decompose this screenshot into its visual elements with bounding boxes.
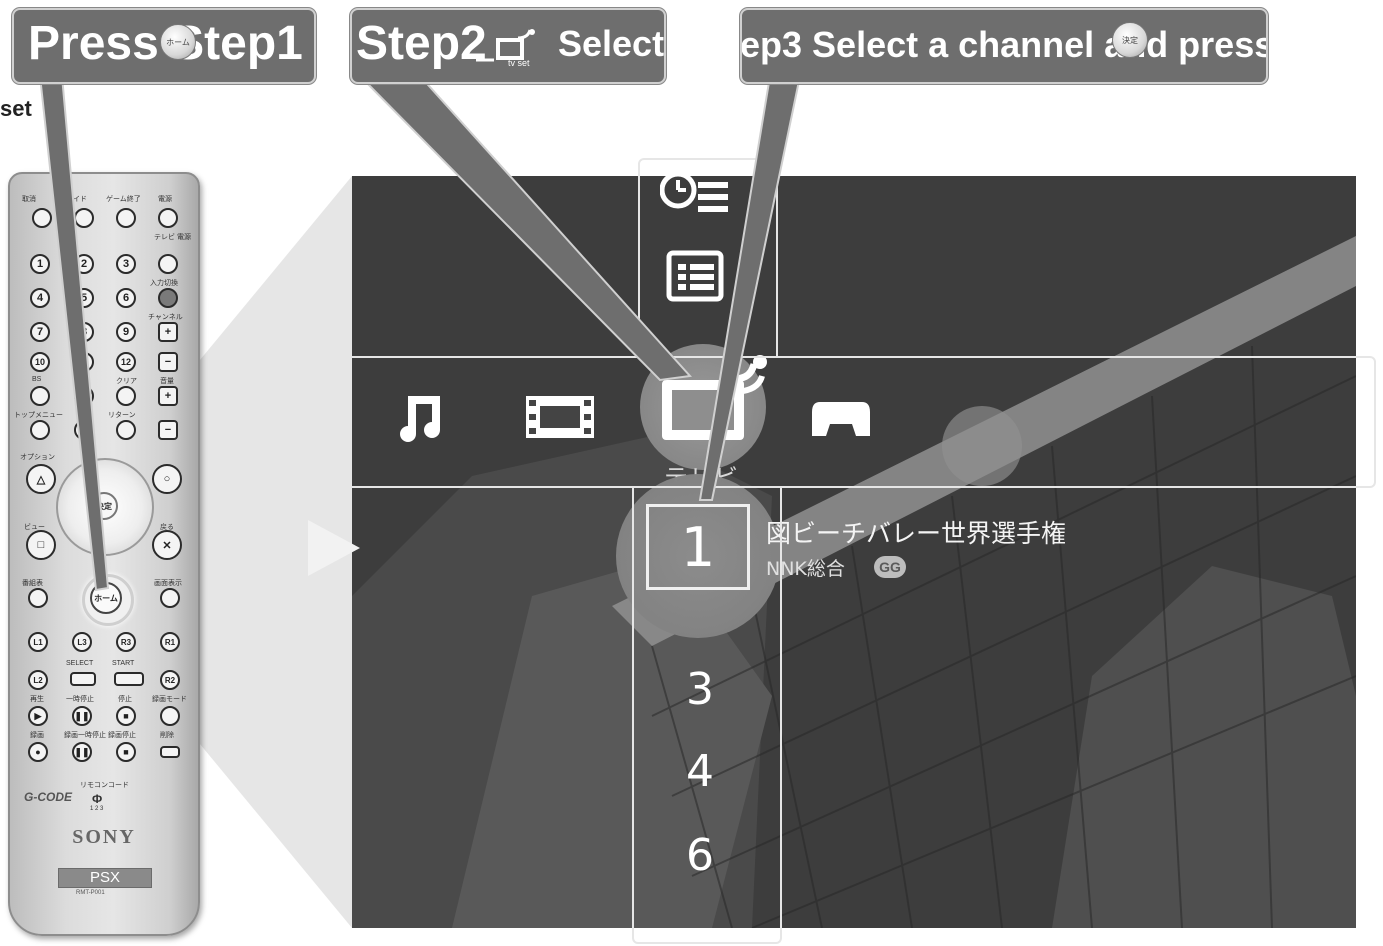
callout-step3: ep3 Select a channel and press [740, 8, 1268, 84]
callout-step2-action: Select [558, 23, 665, 64]
tv-set-label: tv set [508, 58, 530, 68]
callout-step3-text: ep3 Select a channel and press [740, 24, 1268, 65]
callout-pointers [38, 75, 802, 592]
enter-knob-icon: 決定 [1112, 22, 1148, 58]
home-knob-icon: ホーム [160, 24, 196, 60]
callout-step2-text: Step2 [356, 17, 487, 70]
callout-step2: Step2 tv set Select [350, 8, 666, 84]
